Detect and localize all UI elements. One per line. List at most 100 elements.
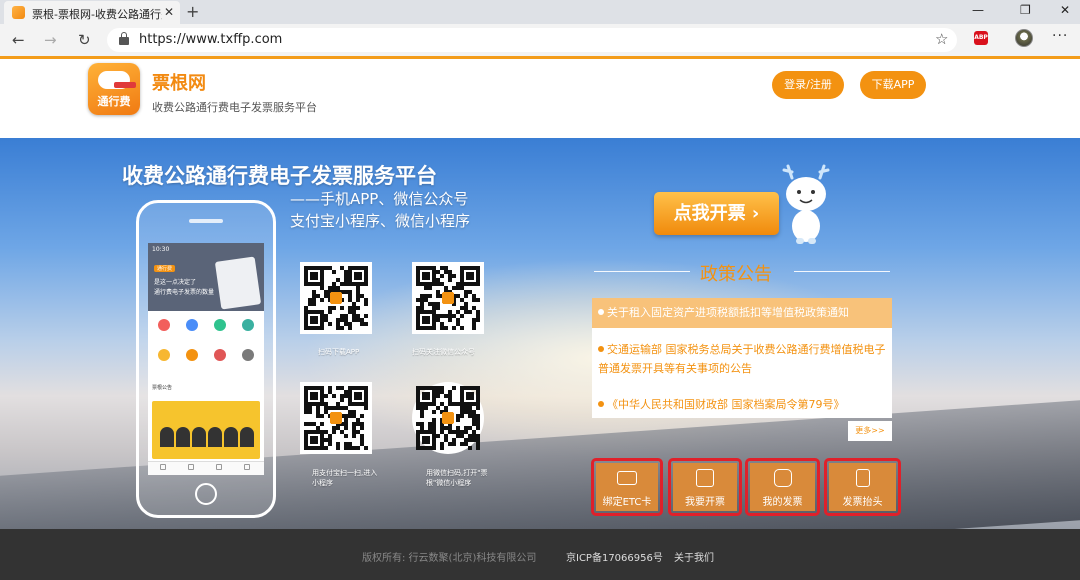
policy-item[interactable]: 交通运输部 国家税务总局关于收费公路通行费增值税电子普通发票开具等有关事项的公告 [592,340,892,378]
tile-background: 发票抬头 [829,463,896,511]
phone-speaker [189,219,223,223]
etc-card-icon [617,471,637,485]
site-favicon-icon [12,6,25,19]
back-arrow-icon[interactable]: ← [12,31,25,49]
my-invoice-icon [773,469,792,487]
close-window-button[interactable]: ✕ [1060,3,1070,17]
minimize-button[interactable]: — [972,3,984,17]
crowd-figure [240,427,254,447]
footer-copyright: 版权所有: 行云数聚(北京)科技有限公司 [362,553,537,564]
brand-name: 票根网 [152,73,206,94]
hero-subline-2: 支付宝小程序、微信小程序 [290,212,471,230]
receipt-illustration [214,256,262,310]
adblock-extension-icon[interactable]: ABP [974,31,988,45]
title-divider [794,271,890,272]
tile-label: 发票抬头 [842,497,883,508]
phone-home-button [195,483,217,505]
app-grid-icon [186,319,198,331]
tile-label: 绑定ETC卡 [602,497,652,508]
tab-title: 票根-票根网-收费公路通行费增值 [32,8,162,21]
deer-mascot-icon [782,164,830,244]
qr-pattern [416,266,480,330]
app-bottom-nav [148,461,264,475]
crowd-figure [224,427,238,447]
hero-banner: 收费公路通行费电子发票服务平台 ——手机APP、微信公众号 支付宝小程序、微信小… [0,138,1080,529]
login-register-button[interactable]: 登录/注册 [772,71,844,99]
url-text: https://www.txffp.com [139,32,283,47]
site-logo[interactable]: 通行费 [88,63,140,115]
tile-background: 我的发票 [750,463,815,511]
bullet-icon [598,346,604,352]
browser-tab-bar: 票根-票根网-收费公路通行费增值 ✕ + — ❐ ✕ [0,0,1080,24]
nav-list-icon [188,464,194,470]
nav-user-icon [244,464,250,470]
issue-invoice-tile[interactable]: 我要开票 [668,458,742,516]
invoice-title-tile[interactable]: 发票抬头 [824,458,901,516]
tile-background: 我要开票 [673,463,737,511]
footer-icp[interactable]: 京ICP备17066956号 [566,549,663,564]
policy-item-text: 交通运输部 国家税务总局关于收费公路通行费增值税电子普通发票开具等有关事项的公告 [598,343,886,375]
app-grid-icon [242,349,254,361]
crowd-figure [192,427,206,447]
more-menu-icon[interactable]: ··· [1052,28,1068,44]
bullet-icon [598,309,604,315]
qr-code-alipay [300,382,372,454]
download-app-button[interactable]: 下载APP [860,71,926,99]
profile-avatar-icon[interactable] [1015,29,1033,47]
app-icon-grid [148,313,264,377]
app-grid-icon [186,349,198,361]
bullet-icon [598,401,604,407]
start-invoice-button[interactable]: 点我开票 › [654,192,779,235]
app-line-2: 通行费电子发票的数量 [154,289,215,296]
phone-screen: 10:30 通行费 是这一点决定了 通行费电子发票的数量 票根公告 [148,243,264,475]
phone-mockup: 10:30 通行费 是这一点决定了 通行费电子发票的数量 票根公告 [136,200,276,518]
app-grid-icon [214,349,226,361]
title-divider [594,271,690,272]
policy-list: 关于租入固定资产进项税额抵扣等增值税政策通知 交通运输部 国家税务总局关于收费公… [592,298,892,418]
app-time: 10:30 [152,246,170,253]
nav-invoice-icon [216,464,222,470]
qr-caption-wechat-account: 扫码关注微信公众号 [412,348,475,356]
app-grid-icon [158,349,170,361]
brand-subtitle: 收费公路通行费电子发票服务平台 [152,101,317,114]
logo-text: 通行费 [97,95,131,108]
qr-code-wechat-account [412,262,484,334]
crowd-figure [208,427,222,447]
yen-invoice-icon [696,469,714,487]
site-header: 通行费 票根网 收费公路通行费电子发票服务平台 登录/注册 下载APP [0,59,1080,138]
qr-caption-wechat-mini: 用微信扫码,打开"票根"微信小程序 [426,469,488,487]
forward-arrow-icon[interactable]: → [44,31,57,49]
more-policies-link[interactable]: 更多>> [848,421,892,441]
app-top-banner: 10:30 通行费 是这一点决定了 通行费电子发票的数量 [148,243,264,311]
policy-title: 政策公告 [700,264,772,285]
policy-item[interactable]: 关于租入固定资产进项税额抵扣等增值税政策通知 [592,298,892,328]
browser-tab[interactable]: 票根-票根网-收费公路通行费增值 ✕ [4,1,180,24]
reload-icon[interactable]: ↻ [78,31,91,49]
crowd-figure [160,427,174,447]
tile-label: 我的发票 [762,497,803,508]
browser-toolbar: ← → ↻ https://www.txffp.com ☆ [0,24,1080,56]
qr-caption-alipay: 用支付宝扫一扫,进入小程序 [312,469,378,487]
new-tab-button[interactable]: + [186,2,199,21]
my-invoices-tile[interactable]: 我的发票 [745,458,820,516]
hero-subline-1: ——手机APP、微信公众号 [290,190,469,208]
bind-etc-card-tile[interactable]: 绑定ETC卡 [591,458,663,516]
restore-button[interactable]: ❐ [1020,3,1031,17]
policy-item[interactable]: 《中华人民共和国财政部 国家档案局令第79号》 [592,396,892,412]
qr-pattern [416,386,480,450]
logo-tag [114,82,136,88]
app-grid-icon [214,319,226,331]
app-promo-banner [152,401,260,459]
nav-home-icon [160,464,166,470]
star-icon[interactable]: ☆ [935,30,948,48]
address-bar[interactable]: https://www.txffp.com ☆ [107,28,957,52]
hero-headline: 收费公路通行费电子发票服务平台 [122,164,437,188]
app-grid-icon [158,319,170,331]
crowd-figure [176,427,190,447]
app-badge: 通行费 [154,265,176,272]
app-notice-bar: 票根公告 [148,383,264,393]
qr-caption-app: 扫码下载APP [318,348,360,356]
footer-about-link[interactable]: 关于我们 [674,549,714,564]
app-grid-icon [242,319,254,331]
tab-close-icon[interactable]: ✕ [164,5,174,19]
